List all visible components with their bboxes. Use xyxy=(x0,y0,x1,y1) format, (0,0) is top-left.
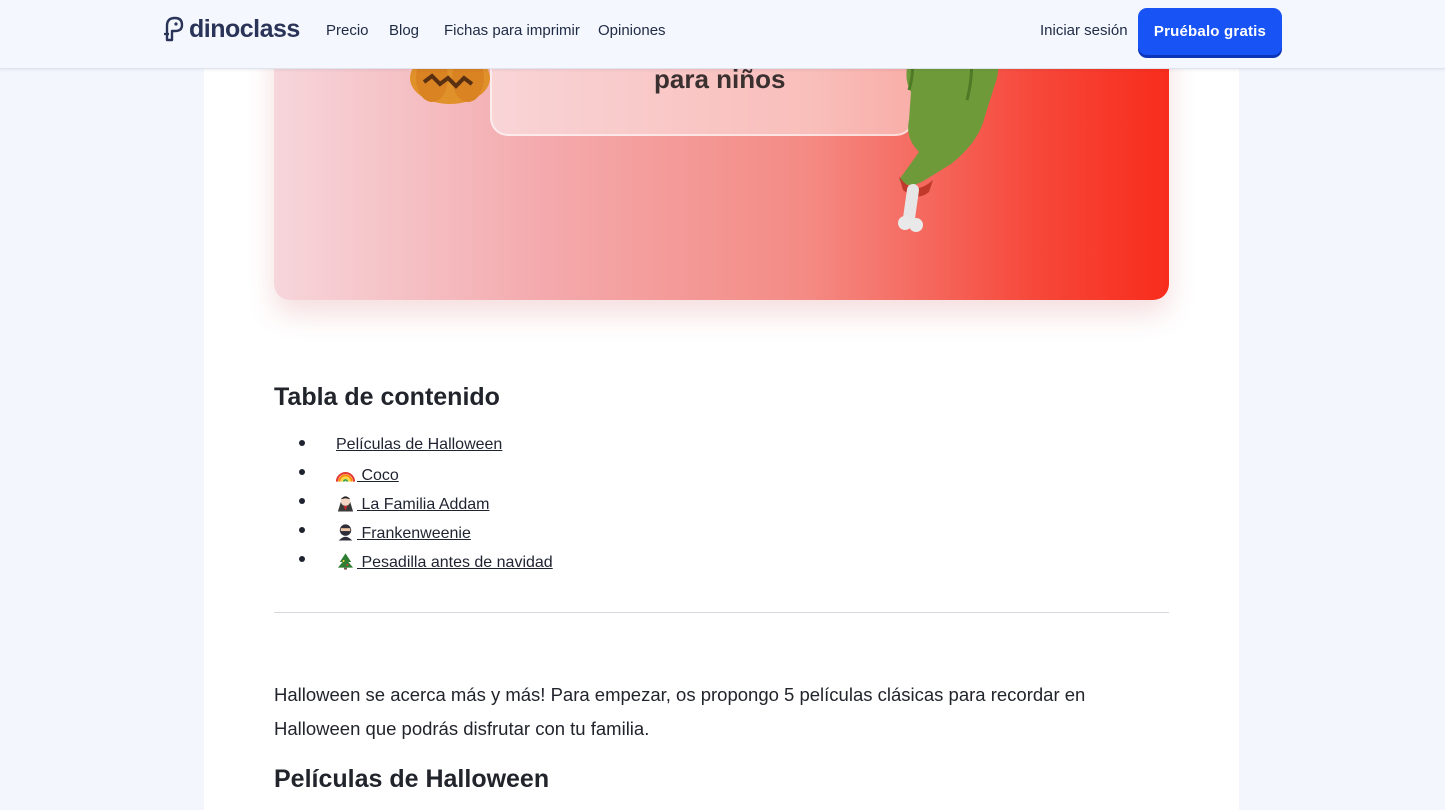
logo-text: dinoclass xyxy=(189,14,300,43)
try-free-button[interactable]: Pruébalo gratis xyxy=(1138,8,1282,55)
bullet xyxy=(299,556,305,562)
section-divider xyxy=(274,612,1169,613)
toc-link-label: Coco xyxy=(357,467,399,484)
nav-link-opiniones[interactable]: Opiniones xyxy=(598,22,666,39)
ninja-icon xyxy=(338,524,353,541)
toc-title: Tabla de contenido xyxy=(274,383,500,411)
toc-link-frankenweenie[interactable]: Frankenweenie xyxy=(336,523,471,543)
logo[interactable]: dinoclass xyxy=(161,14,300,44)
bullet xyxy=(299,498,305,504)
toc-link-pesadilla[interactable]: Pesadilla antes de navidad xyxy=(336,552,553,572)
toc-link-label: Películas de Halloween xyxy=(336,436,503,453)
top-navigation-bar: dinoclass Precio Blog Fichas para imprim… xyxy=(0,0,1445,69)
toc-link-coco[interactable]: Coco xyxy=(336,465,399,485)
nav-link-blog[interactable]: Blog xyxy=(389,22,419,39)
intro-paragraph: Halloween se acerca más y más! Para empe… xyxy=(274,684,1086,739)
toc-link-familia-addam[interactable]: La Familia Addam xyxy=(336,494,490,514)
toc-link-label: Frankenweenie xyxy=(357,525,471,542)
section-heading: Películas de Halloween xyxy=(274,765,550,793)
vampire-icon xyxy=(337,496,354,512)
toc-link-label: Pesadilla antes de navidad xyxy=(357,554,553,571)
rainbow-icon xyxy=(336,472,355,482)
login-link[interactable]: Iniciar sesión xyxy=(1040,22,1128,39)
bullet xyxy=(299,440,305,446)
nav-link-fichas[interactable]: Fichas para imprimir xyxy=(444,22,580,39)
nav-link-precio[interactable]: Precio xyxy=(326,22,369,39)
toc-link-peliculas[interactable]: Películas de Halloween xyxy=(336,436,502,454)
dino-logo-icon xyxy=(164,16,184,42)
christmas-tree-icon xyxy=(337,553,354,570)
hero-banner: para niños xyxy=(274,30,1169,300)
toc-link-label: La Familia Addam xyxy=(357,496,490,513)
bullet xyxy=(299,469,305,475)
bullet xyxy=(299,527,305,533)
